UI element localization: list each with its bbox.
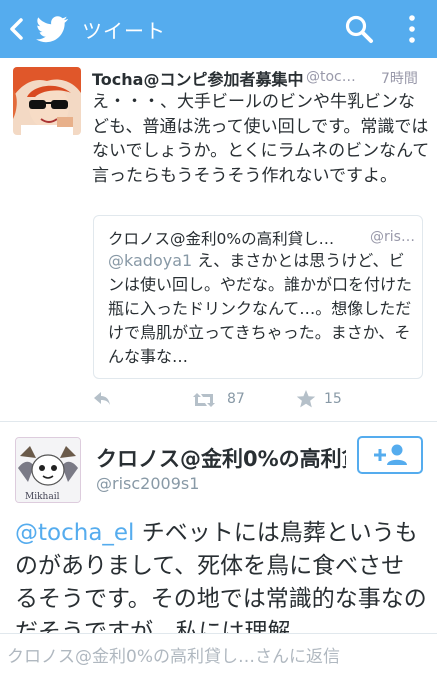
chevron-left-icon[interactable]	[8, 17, 24, 41]
top-app-bar: ツイート	[0, 0, 437, 58]
page-title: ツイート	[82, 19, 166, 43]
tweet-display-name[interactable]: クロノス@金利0%の高利貸し	[96, 443, 346, 473]
tweet-display-name[interactable]: Tocha@コンピ参加者募集中	[92, 66, 303, 90]
retweet-icon[interactable]	[192, 390, 216, 410]
avatar-caption: Mikhail	[25, 492, 60, 502]
reply-input[interactable]	[7, 643, 427, 671]
tweet-text: @tocha_el チベットには鳥葬というものがありまして、死体を鳥に食べさせる…	[15, 517, 427, 649]
quoted-tweet[interactable]: クロノス@金利0%の高利貸し… @ris… @kadoya1 え、まさかとは思う…	[93, 215, 423, 379]
tweet-text: え・・・、大手ビールのビンや牛乳ビンなども、普通は洗って使い回しです。常識ではな…	[92, 92, 430, 186]
avatar[interactable]	[13, 67, 81, 135]
retweet-count: 87	[227, 391, 245, 407]
favorite-count: 15	[324, 391, 342, 407]
tweet-handle[interactable]: @risc2009s1	[96, 474, 199, 493]
quoted-handle: @ris…	[370, 229, 415, 245]
follow-button[interactable]	[357, 436, 423, 474]
tweet-handle[interactable]: @toc…	[306, 69, 376, 85]
divider	[0, 421, 437, 422]
tweet-actions: 87 15	[0, 388, 437, 412]
tweet-mention[interactable]: @tocha_el	[15, 520, 134, 546]
twitter-bird-icon	[36, 16, 68, 43]
overflow-menu-icon[interactable]	[405, 13, 419, 45]
quoted-display-name: クロノス@金利0%の高利貸し…	[108, 230, 335, 248]
search-icon[interactable]	[344, 14, 374, 44]
add-user-icon	[374, 444, 407, 465]
tweet-timestamp: 7時間	[381, 71, 418, 87]
avatar[interactable]: Mikhail	[15, 437, 81, 503]
reply-bar	[0, 633, 437, 680]
reply-icon[interactable]	[92, 390, 112, 408]
quoted-mention[interactable]: @kadoya1	[108, 251, 192, 270]
favorite-star-icon[interactable]	[296, 389, 316, 409]
quoted-text: @kadoya1 え、まさかとは思うけど、ビンは使い回し。やだな。誰かが口を付け…	[108, 249, 416, 369]
